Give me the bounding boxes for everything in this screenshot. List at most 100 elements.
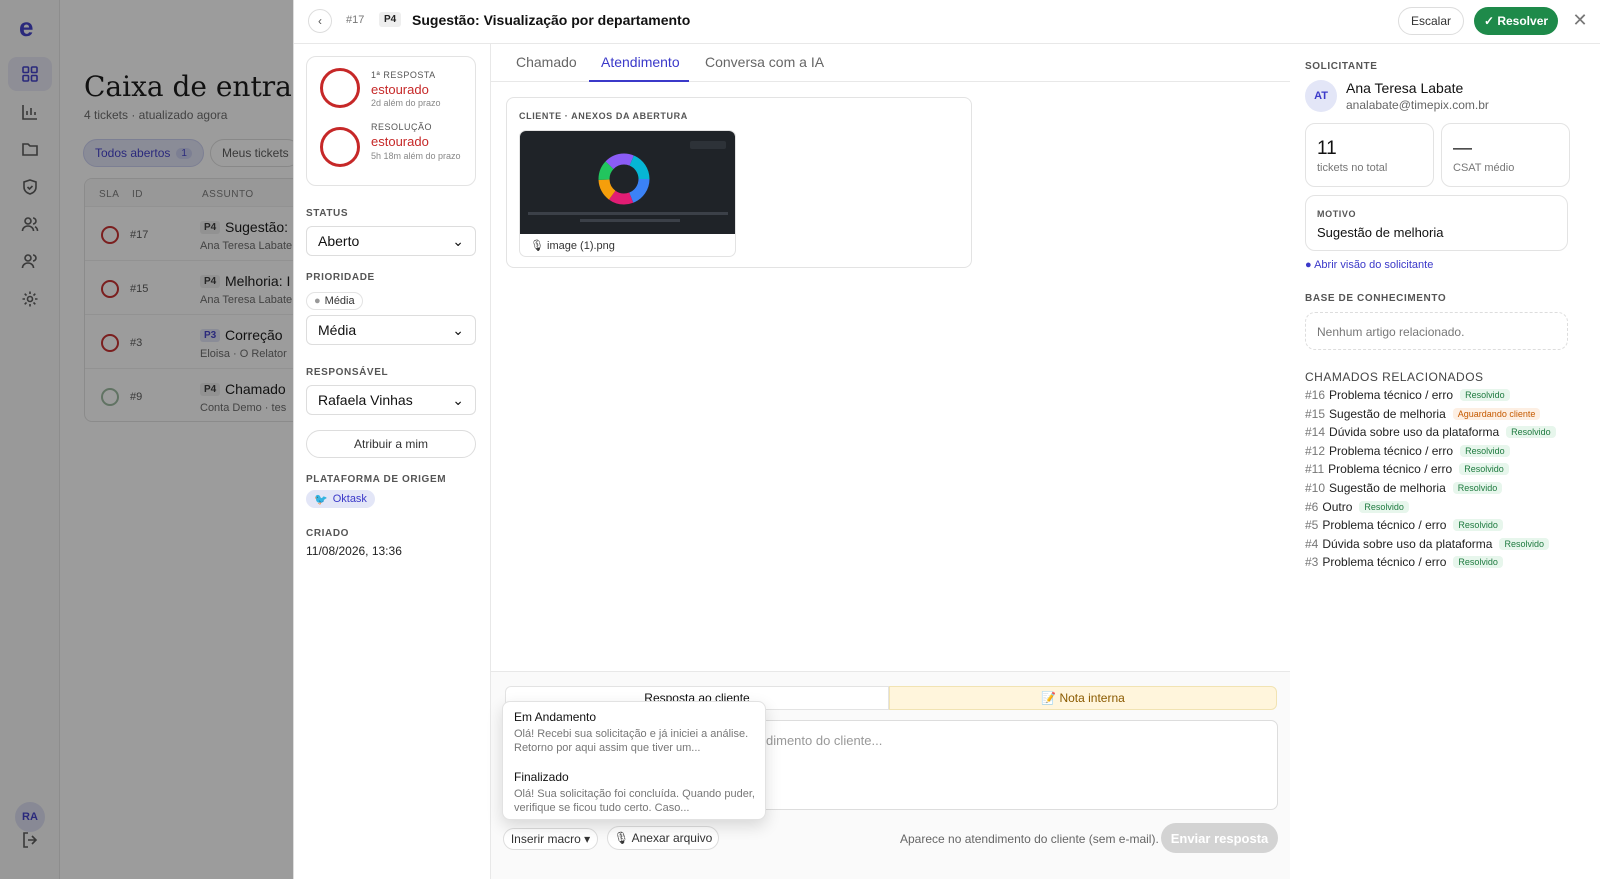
ticket-details: 1ª RESPOSTA estourado 2d além do prazo R… bbox=[294, 44, 491, 879]
tab-conversa-ia[interactable]: Conversa com a IA bbox=[705, 54, 824, 70]
related-ticket-item[interactable]: #5 Problema técnico / erro Resolvido bbox=[1305, 518, 1503, 532]
tab-internal-note[interactable]: 📝 Nota interna bbox=[889, 686, 1277, 710]
macro-description: Olá! Sua solicitação foi concluída. Quan… bbox=[514, 788, 755, 814]
stat-label: CSAT médio bbox=[1453, 162, 1515, 174]
status-badge: Aguardando cliente bbox=[1452, 407, 1541, 420]
ticket-number: #17 bbox=[346, 14, 365, 26]
stat-csat: — CSAT médio bbox=[1441, 123, 1570, 187]
sla-card: 1ª RESPOSTA estourado 2d além do prazo R… bbox=[306, 56, 476, 186]
related-ticket-subject: Problema técnico / erro bbox=[1322, 555, 1447, 570]
assign-to-me-button[interactable]: Atribuir a mim bbox=[306, 430, 476, 458]
reason-label: MOTIVO bbox=[1317, 209, 1357, 219]
related-ticket-subject: Dúvida sobre uso da plataforma bbox=[1322, 536, 1493, 551]
related-ticket-subject: Problema técnico / erro bbox=[1329, 443, 1454, 458]
conversation-area: Chamado Atendimento Conversa com a IA CL… bbox=[491, 44, 1290, 879]
related-ticket-item[interactable]: #11 Problema técnico / erro Resolvido bbox=[1305, 462, 1509, 476]
escalate-button[interactable]: Escalar bbox=[1398, 7, 1464, 35]
related-ticket-id: #10 bbox=[1305, 481, 1326, 495]
sla-status: estourado bbox=[371, 82, 429, 97]
priority-chip: ● Média bbox=[306, 292, 363, 310]
related-ticket-subject: Outro bbox=[1322, 499, 1353, 514]
priority-select[interactable]: Média ⌄ bbox=[306, 315, 476, 345]
open-requester-view-link[interactable]: ● Abrir visão do solicitante bbox=[1305, 259, 1433, 271]
priority-value: Média bbox=[318, 322, 357, 338]
status-select[interactable]: Aberto ⌄ bbox=[306, 226, 476, 256]
related-ticket-item[interactable]: #16 Problema técnico / erro Resolvido bbox=[1305, 388, 1510, 402]
paperclip-icon: 🎙 bbox=[530, 240, 544, 252]
active-tab-indicator bbox=[589, 80, 689, 82]
chevron-down-icon: ⌄ bbox=[452, 321, 464, 338]
tab-atendimento[interactable]: Atendimento bbox=[601, 54, 680, 70]
insert-macro-button[interactable]: Inserir macro ▾ bbox=[503, 828, 598, 850]
kb-label: BASE DE CONHECIMENTO bbox=[1305, 293, 1447, 304]
sla-note: 2d além do prazo bbox=[371, 98, 441, 108]
stat-value: 11 bbox=[1317, 138, 1337, 159]
related-ticket-id: #16 bbox=[1305, 388, 1326, 402]
related-ticket-id: #12 bbox=[1305, 443, 1326, 458]
related-tickets-label: CHAMADOS RELACIONADOS bbox=[1305, 370, 1484, 384]
assignee-value: Rafaela Vinhas bbox=[318, 392, 413, 408]
status-label: STATUS bbox=[306, 208, 349, 219]
sla-ring-first-response bbox=[320, 68, 360, 108]
related-ticket-subject: Sugestão de melhoria bbox=[1329, 406, 1446, 421]
reply-composer: Resposta ao cliente 📝 Nota interna dimen… bbox=[491, 671, 1290, 879]
macro-item[interactable]: Em Andamento Olá! Recebi sua solicitação… bbox=[514, 710, 759, 755]
related-ticket-item[interactable]: #6 Outro Resolvido bbox=[1305, 500, 1409, 514]
chevron-down-icon: ⌄ bbox=[452, 232, 464, 249]
sla-ring-resolution bbox=[320, 127, 360, 167]
status-badge: Resolvido bbox=[1459, 463, 1509, 476]
macro-title: Em Andamento bbox=[514, 710, 597, 724]
macro-item[interactable]: Finalizado Olá! Sua solicitação foi conc… bbox=[514, 770, 759, 815]
priority-badge: P4 bbox=[379, 12, 402, 27]
attach-file-button[interactable]: 🎙 Anexar arquivo bbox=[607, 826, 719, 850]
related-ticket-subject: Dúvida sobre uso da plataforma bbox=[1329, 425, 1500, 440]
sla-label: RESOLUÇÃO bbox=[371, 122, 433, 132]
related-ticket-id: #5 bbox=[1305, 518, 1319, 533]
requester-section-label: SOLICITANTE bbox=[1305, 61, 1378, 72]
tab-chamado[interactable]: Chamado bbox=[516, 54, 577, 70]
related-ticket-id: #11 bbox=[1305, 462, 1325, 477]
reason-value: Sugestão de melhoria bbox=[1317, 225, 1444, 240]
chevron-left-icon: ‹ bbox=[318, 14, 322, 28]
status-badge: Resolvido bbox=[1460, 444, 1510, 457]
related-ticket-item[interactable]: #4 Dúvida sobre uso da plataforma Resolvid… bbox=[1305, 537, 1549, 551]
related-ticket-item[interactable]: #10 Sugestão de melhoria Resolvido bbox=[1305, 481, 1503, 495]
requester-name: Ana Teresa Labate bbox=[1346, 80, 1464, 96]
assignee-select[interactable]: Rafaela Vinhas ⌄ bbox=[306, 385, 476, 415]
resolve-button[interactable]: ✓ Resolver bbox=[1474, 7, 1558, 35]
related-ticket-item[interactable]: #14 Dúvida sobre uso da plataforma Resolvi… bbox=[1305, 425, 1556, 439]
dot-icon: ● bbox=[314, 295, 321, 307]
status-badge: Resolvido bbox=[1506, 426, 1556, 439]
macro-description: Olá! Recebi sua solicitação e já iniciei… bbox=[514, 728, 749, 754]
macro-title: Finalizado bbox=[514, 770, 569, 784]
related-ticket-id: #4 bbox=[1305, 536, 1319, 551]
related-ticket-item[interactable]: #3 Problema técnico / erro Resolvido bbox=[1305, 555, 1503, 569]
related-ticket-id: #15 bbox=[1305, 406, 1326, 421]
attachment-filename: 🎙 image (1).png bbox=[530, 239, 615, 252]
attachments-caption: CLIENTE · ANEXOS DA ABERTURA bbox=[519, 111, 688, 121]
priority-label: PRIORIDADE bbox=[306, 272, 375, 283]
attachments-card: CLIENTE · ANEXOS DA ABERTURA 🎙 image (1)… bbox=[506, 97, 972, 268]
created-value: 11/08/2026, 13:36 bbox=[306, 544, 402, 558]
ticket-drawer: ‹ #17 P4 Sugestão: Visualização por depa… bbox=[293, 0, 1600, 879]
priority-chip-label: Média bbox=[324, 295, 355, 307]
related-ticket-item[interactable]: #15 Sugestão de melhoria Aguardando client… bbox=[1305, 406, 1541, 421]
related-ticket-id: #6 bbox=[1305, 499, 1319, 514]
created-label: CRIADO bbox=[306, 528, 350, 539]
send-reply-button[interactable]: Enviar resposta bbox=[1161, 823, 1278, 853]
back-button[interactable]: ‹ bbox=[308, 9, 332, 33]
ticket-title: Sugestão: Visualização por departamento bbox=[412, 12, 691, 28]
related-ticket-subject: Problema técnico / erro bbox=[1328, 462, 1453, 477]
related-ticket-item[interactable]: #12 Problema técnico / erro Resolvido bbox=[1305, 444, 1510, 458]
stat-value: — bbox=[1453, 138, 1472, 159]
related-ticket-subject: Problema técnico / erro bbox=[1329, 388, 1454, 402]
platform-label: PLATAFORMA DE ORIGEM bbox=[306, 474, 447, 485]
requester-panel: SOLICITANTE AT Ana Teresa Labate analaba… bbox=[1290, 44, 1600, 879]
close-icon[interactable]: ✕ bbox=[1570, 10, 1590, 31]
requester-avatar: AT bbox=[1305, 80, 1337, 112]
attachment-thumbnail[interactable]: 🎙 image (1).png bbox=[519, 130, 736, 257]
status-badge: Resolvido bbox=[1453, 519, 1503, 532]
chevron-down-icon: ⌄ bbox=[452, 391, 464, 408]
platform-value: Oktask bbox=[332, 493, 367, 505]
sla-status: estourado bbox=[371, 134, 429, 149]
